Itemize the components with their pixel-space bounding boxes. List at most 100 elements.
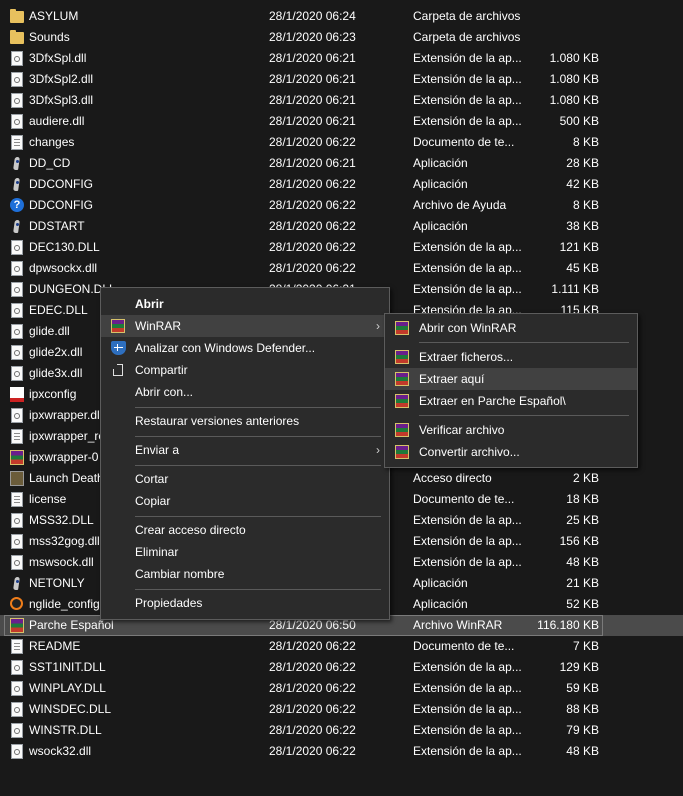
context-menu: Abrir WinRAR › Analizar con Windows Defe…: [100, 287, 390, 620]
file-size: 48 KB: [566, 555, 599, 569]
dll-file-icon: [11, 534, 23, 549]
menu-item-convert-archive[interactable]: Convertir archivo...: [385, 441, 637, 463]
menu-separator: [135, 465, 381, 466]
file-row[interactable]: audiere.dll 28/1/2020 06:21 Extensión de l…: [0, 111, 683, 132]
dll-file-icon: [11, 261, 23, 276]
file-row[interactable]: DDCONFIG 28/1/2020 06:22 Aplicación 42 KB: [0, 174, 683, 195]
menu-separator: [419, 415, 629, 416]
file-date-modified: 28/1/2020 06:22: [269, 660, 356, 674]
text-file-icon: [11, 639, 23, 654]
menu-item-create-shortcut[interactable]: Crear acceso directo: [101, 519, 389, 541]
menu-separator: [135, 516, 381, 517]
menu-item-rename[interactable]: Cambiar nombre: [101, 563, 389, 585]
file-row[interactable]: 3DfxSpl2.dll 28/1/2020 06:21 Extensión de …: [0, 69, 683, 90]
file-size: 8 KB: [572, 198, 599, 212]
file-size: 28 KB: [566, 156, 599, 170]
file-name: DDCONFIG: [29, 198, 93, 212]
file-size: 42 KB: [566, 177, 599, 191]
file-date-modified: 28/1/2020 06:23: [269, 30, 356, 44]
text-file-icon: [11, 492, 23, 507]
menu-item-extract-files[interactable]: Extraer ficheros...: [385, 346, 637, 368]
text-file-icon: [11, 135, 23, 150]
file-size: 1.080 KB: [549, 93, 599, 107]
file-size: 52 KB: [566, 597, 599, 611]
file-name: wsock32.dll: [29, 744, 92, 758]
file-size: 121 KB: [559, 240, 599, 254]
menu-item-delete[interactable]: Eliminar: [101, 541, 389, 563]
menu-item-label: Analizar con Windows Defender...: [135, 341, 316, 355]
file-row[interactable]: DEC130.DLL 28/1/2020 06:22 Extensión de la…: [0, 237, 683, 258]
file-row[interactable]: WINSTR.DLL 28/1/2020 06:22 Extensión de la…: [0, 720, 683, 741]
menu-item-properties[interactable]: Propiedades: [101, 592, 389, 614]
file-row[interactable]: WINSDEC.DLL 28/1/2020 06:22 Extensión de l…: [0, 699, 683, 720]
winrar-submenu: Abrir con WinRAR Extraer ficheros... Ext…: [384, 313, 638, 468]
dll-file-icon: [11, 282, 23, 297]
folder-icon: [10, 30, 24, 44]
menu-separator: [135, 589, 381, 590]
file-row[interactable]: 3DfxSpl.dll 28/1/2020 06:21 Extensión de l…: [0, 48, 683, 69]
file-name: audiere.dll: [29, 114, 85, 128]
file-row[interactable]: SST1INIT.DLL 28/1/2020 06:22 Extensión de …: [0, 657, 683, 678]
menu-item-winrar[interactable]: WinRAR ›: [101, 315, 389, 337]
dll-file-icon: [11, 723, 23, 738]
file-row[interactable]: ASYLUM 28/1/2020 06:24 Carpeta de archivos: [0, 6, 683, 27]
menu-separator: [135, 436, 381, 437]
menu-item-extract-here[interactable]: Extraer aquí: [385, 368, 637, 390]
file-row[interactable]: 3DfxSpl3.dll 28/1/2020 06:21 Extensión de …: [0, 90, 683, 111]
file-row[interactable]: dpwsockx.dll 28/1/2020 06:22 Extensión de …: [0, 258, 683, 279]
menu-item-send-to[interactable]: Enviar a ›: [101, 439, 389, 461]
menu-item-test-archive[interactable]: Verificar archivo: [385, 419, 637, 441]
menu-item-label: Eliminar: [135, 545, 179, 559]
file-row[interactable]: DD_CD 28/1/2020 06:21 Aplicación 28 KB: [0, 153, 683, 174]
file-size: 38 KB: [566, 219, 599, 233]
menu-item-label: Extraer ficheros...: [419, 350, 514, 364]
file-name: DEC130.DLL: [29, 240, 100, 254]
file-size: 1.111 KB: [551, 282, 599, 296]
file-row[interactable]: WINPLAY.DLL 28/1/2020 06:22 Extensión de l…: [0, 678, 683, 699]
menu-item-cut[interactable]: Cortar: [101, 468, 389, 490]
file-name: DDSTART: [29, 219, 85, 233]
file-row[interactable]: changes 28/1/2020 06:22 Documento de te...…: [0, 132, 683, 153]
menu-item-label: Verificar archivo: [419, 423, 505, 437]
dll-file-icon: [11, 660, 23, 675]
menu-item-open[interactable]: Abrir: [101, 293, 389, 315]
menu-item-windows-defender[interactable]: Analizar con Windows Defender...: [101, 337, 389, 359]
file-date-modified: 28/1/2020 06:21: [269, 93, 356, 107]
file-name: ASYLUM: [29, 9, 79, 23]
menu-item-label: Cortar: [135, 472, 169, 486]
menu-item-extract-to-folder[interactable]: Extraer en Parche Español\: [385, 390, 637, 412]
menu-item-open-with-winrar[interactable]: Abrir con WinRAR: [385, 317, 637, 339]
file-row[interactable]: ? DDCONFIG 28/1/2020 06:22 Archivo de Ayuda…: [0, 195, 683, 216]
dll-file-icon: [11, 240, 23, 255]
file-date-modified: 28/1/2020 06:24: [269, 9, 356, 23]
file-size: [490, 27, 599, 48]
file-row[interactable]: README 28/1/2020 06:22 Documento de te... 7…: [0, 636, 683, 657]
file-size: [490, 6, 599, 27]
file-name: DD_CD: [29, 156, 71, 170]
file-row[interactable]: wsock32.dll 28/1/2020 06:22 Extensión de l…: [0, 741, 683, 762]
winrar-icon: [395, 321, 409, 335]
file-size: 18 KB: [566, 492, 599, 506]
dll-file-icon: [11, 303, 23, 318]
menu-item-share[interactable]: Compartir: [101, 359, 389, 381]
file-row[interactable]: Sounds 28/1/2020 06:23 Carpeta de archivos: [0, 27, 683, 48]
file-date-modified: 28/1/2020 06:22: [269, 177, 356, 191]
file-size: 7 KB: [572, 639, 599, 653]
menu-item-open-with[interactable]: Abrir con...: [101, 381, 389, 403]
dll-file-icon: [11, 93, 23, 108]
menu-item-label: Abrir con...: [135, 385, 194, 399]
menu-item-label: Extraer aquí: [419, 372, 485, 386]
file-row[interactable]: DDSTART 28/1/2020 06:22 Aplicación 38 KB: [0, 216, 683, 237]
menu-item-restore-previous-versions[interactable]: Restaurar versiones anteriores: [101, 410, 389, 432]
file-name: 3DfxSpl.dll: [29, 51, 87, 65]
menu-item-label: Restaurar versiones anteriores: [135, 414, 300, 428]
file-name: SST1INIT.DLL: [29, 660, 106, 674]
app-icon: [10, 156, 24, 171]
menu-item-copy[interactable]: Copiar: [101, 490, 389, 512]
file-date-modified: 28/1/2020 06:22: [269, 198, 356, 212]
dll-file-icon: [11, 702, 23, 717]
file-size: 156 KB: [559, 534, 599, 548]
file-name: dpwsockx.dll: [29, 261, 98, 275]
file-date-modified: 28/1/2020 06:22: [269, 744, 356, 758]
file-date-modified: 28/1/2020 06:21: [269, 51, 356, 65]
